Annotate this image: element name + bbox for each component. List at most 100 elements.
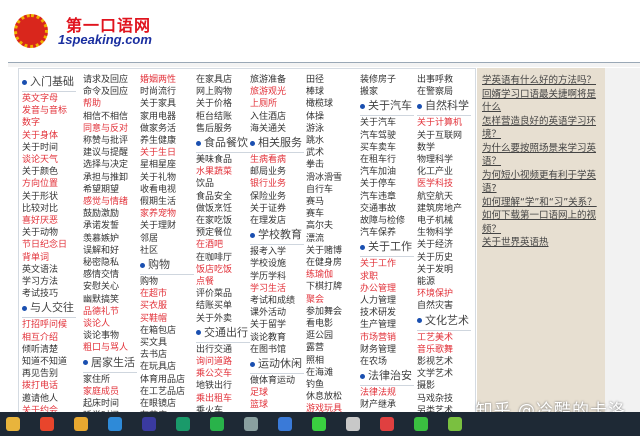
faq-link[interactable]: 为何短小视频更有利于学英语? (482, 169, 601, 196)
topic-link[interactable]: 学校设施 (250, 258, 304, 270)
monitor-app-icon[interactable] (346, 417, 360, 431)
topic-link[interactable]: 误解和好 (83, 245, 137, 257)
topic-link[interactable]: 星相星座 (140, 159, 194, 171)
topic-link[interactable]: 评价菜品 (196, 288, 250, 300)
topic-link[interactable]: 足球 (250, 387, 304, 399)
topic-link[interactable]: 在箱包店 (140, 325, 194, 337)
topic-link[interactable]: 家养宠物 (140, 208, 194, 220)
topic-link[interactable]: 地铁出行 (196, 380, 250, 392)
topic-link[interactable]: 比较对比 (22, 203, 76, 215)
topic-link[interactable]: 感情交情 (83, 269, 137, 281)
topic-link[interactable]: 选择与决定 (83, 159, 137, 171)
topic-link[interactable]: 关于外卖 (196, 313, 250, 325)
edge-browser-icon[interactable] (108, 417, 122, 431)
topic-link[interactable]: 起床时间 (83, 398, 137, 410)
topic-link[interactable]: 电子机械 (417, 215, 471, 227)
topic-link[interactable]: 入住酒店 (250, 111, 304, 123)
topic-link[interactable]: 幽默搞笑 (83, 294, 137, 306)
faq-link[interactable]: 学英语有什么好的方法吗？ (482, 74, 601, 88)
green-arrow-app-icon[interactable] (312, 417, 326, 431)
topic-link[interactable]: 出事呼救 (417, 74, 471, 86)
topic-link[interactable]: 网上购物 (196, 86, 250, 98)
topic-link[interactable]: 关于生日 (140, 147, 194, 159)
topic-link[interactable]: 办公管理 (360, 283, 414, 295)
topic-link[interactable]: 水果蔬菜 (196, 166, 250, 178)
topic-link[interactable]: 打招呼问候 (22, 319, 76, 331)
topic-link[interactable]: 化工产业 (417, 166, 471, 178)
wechat-icon[interactable] (414, 417, 428, 431)
topic-link[interactable]: 露营 (306, 342, 360, 354)
topic-link[interactable]: 人力管理 (360, 295, 414, 307)
topic-link[interactable]: 饮品 (196, 178, 250, 190)
topic-link[interactable]: 安慰关心 (83, 281, 137, 293)
topic-link[interactable]: 汽车驾驶 (360, 130, 414, 142)
topic-link[interactable]: 体操 (306, 111, 360, 123)
topic-link[interactable]: 自然灾害 (417, 300, 471, 312)
topic-link[interactable]: 关于时间 (22, 142, 76, 154)
topic-link[interactable]: 保险业务 (250, 191, 304, 203)
topic-link[interactable]: 点餐 (196, 276, 250, 288)
topic-link[interactable]: 橄榄球 (306, 98, 360, 110)
topic-link[interactable]: 求职 (360, 271, 414, 283)
topic-link[interactable]: 篮球 (250, 399, 304, 411)
topic-link[interactable]: 购物 (140, 276, 194, 288)
topic-link[interactable]: 邻居 (140, 233, 194, 245)
faq-link[interactable]: 为什么要按照场景来学习英语？ (482, 142, 601, 169)
topic-link[interactable]: 在图书馆 (250, 344, 304, 356)
category-heading[interactable]: 学校教育 (250, 227, 304, 246)
topic-link[interactable]: 家庭成员 (83, 386, 137, 398)
topic-link[interactable]: 摄影 (417, 380, 471, 392)
topic-link[interactable]: 交通事故 (360, 203, 414, 215)
category-heading[interactable]: 居家生活 (83, 355, 137, 373)
topic-link[interactable]: 关于动物 (22, 227, 76, 239)
topic-link[interactable]: 照相 (306, 355, 360, 367)
topic-link[interactable]: 乘出租车 (196, 393, 250, 405)
topic-link[interactable]: 在玩具店 (140, 361, 194, 373)
topic-link[interactable]: 家用电器 (140, 111, 194, 123)
topic-link[interactable]: 美味食品 (196, 154, 250, 166)
topic-link[interactable]: 关于汽车 (360, 117, 414, 129)
topic-link[interactable]: 游泳 (306, 123, 360, 135)
topic-link[interactable]: 下棋打牌 (306, 281, 360, 293)
topic-link[interactable]: 品德礼节 (83, 306, 137, 318)
topic-link[interactable]: 秘密隐私 (83, 257, 137, 269)
topic-link[interactable]: 休息放松 (306, 391, 360, 403)
topic-link[interactable]: 粗口与骂人 (83, 342, 137, 354)
topic-link[interactable]: 社区 (140, 245, 194, 257)
category-heading[interactable]: 入门基础 (22, 74, 76, 92)
faq-link[interactable]: 如何理解“学”和“习”关系？ (482, 196, 601, 210)
topic-link[interactable]: 邮局业务 (250, 166, 304, 178)
topic-link[interactable]: 马戏杂技 (417, 393, 471, 405)
topic-link[interactable]: 关于发明 (417, 264, 471, 276)
topic-link[interactable]: 在租车行 (360, 154, 414, 166)
topic-link[interactable]: 生物科学 (417, 227, 471, 239)
topic-link[interactable]: 考试和成绩 (250, 295, 304, 307)
mountain-app-icon[interactable] (244, 417, 258, 431)
shield-app-icon[interactable] (74, 417, 88, 431)
topic-link[interactable]: 节日纪念日 (22, 239, 76, 251)
topic-link[interactable]: 再见告别 (22, 368, 76, 380)
topic-link[interactable]: 漂流 (306, 233, 360, 245)
topic-link[interactable]: 文学艺术 (417, 368, 471, 380)
topic-link[interactable]: 售后服务 (196, 123, 250, 135)
topic-link[interactable]: 武术 (306, 147, 360, 159)
topic-link[interactable]: 在海滩 (306, 367, 360, 379)
topic-link[interactable]: 关于经济 (417, 239, 471, 251)
topic-link[interactable]: 结账买单 (196, 300, 250, 312)
topic-link[interactable]: 买鞋帽 (140, 313, 194, 325)
faq-link[interactable]: 关于世界英语热 (482, 236, 601, 250)
topic-link[interactable]: 财务管理 (360, 344, 414, 356)
topic-link[interactable]: 上厕所 (250, 98, 304, 110)
file-explorer-icon[interactable] (6, 417, 20, 431)
topic-link[interactable]: 命令及回应 (83, 86, 137, 98)
topic-link[interactable]: 聚会 (306, 294, 360, 306)
category-heading[interactable]: 相关服务 (250, 135, 304, 154)
faq-link[interactable]: 如何下载第一口语网上的视频？ (482, 209, 601, 236)
topic-link[interactable]: 能源 (417, 276, 471, 288)
topic-link[interactable]: 学习方法 (22, 276, 76, 288)
topic-link[interactable]: 在超市 (140, 288, 194, 300)
category-heading[interactable]: 与人交往 (22, 300, 76, 319)
topic-link[interactable]: 装修房子 (360, 74, 414, 86)
topic-link[interactable]: 买衣服 (140, 300, 194, 312)
topic-link[interactable]: 汽车加油 (360, 166, 414, 178)
